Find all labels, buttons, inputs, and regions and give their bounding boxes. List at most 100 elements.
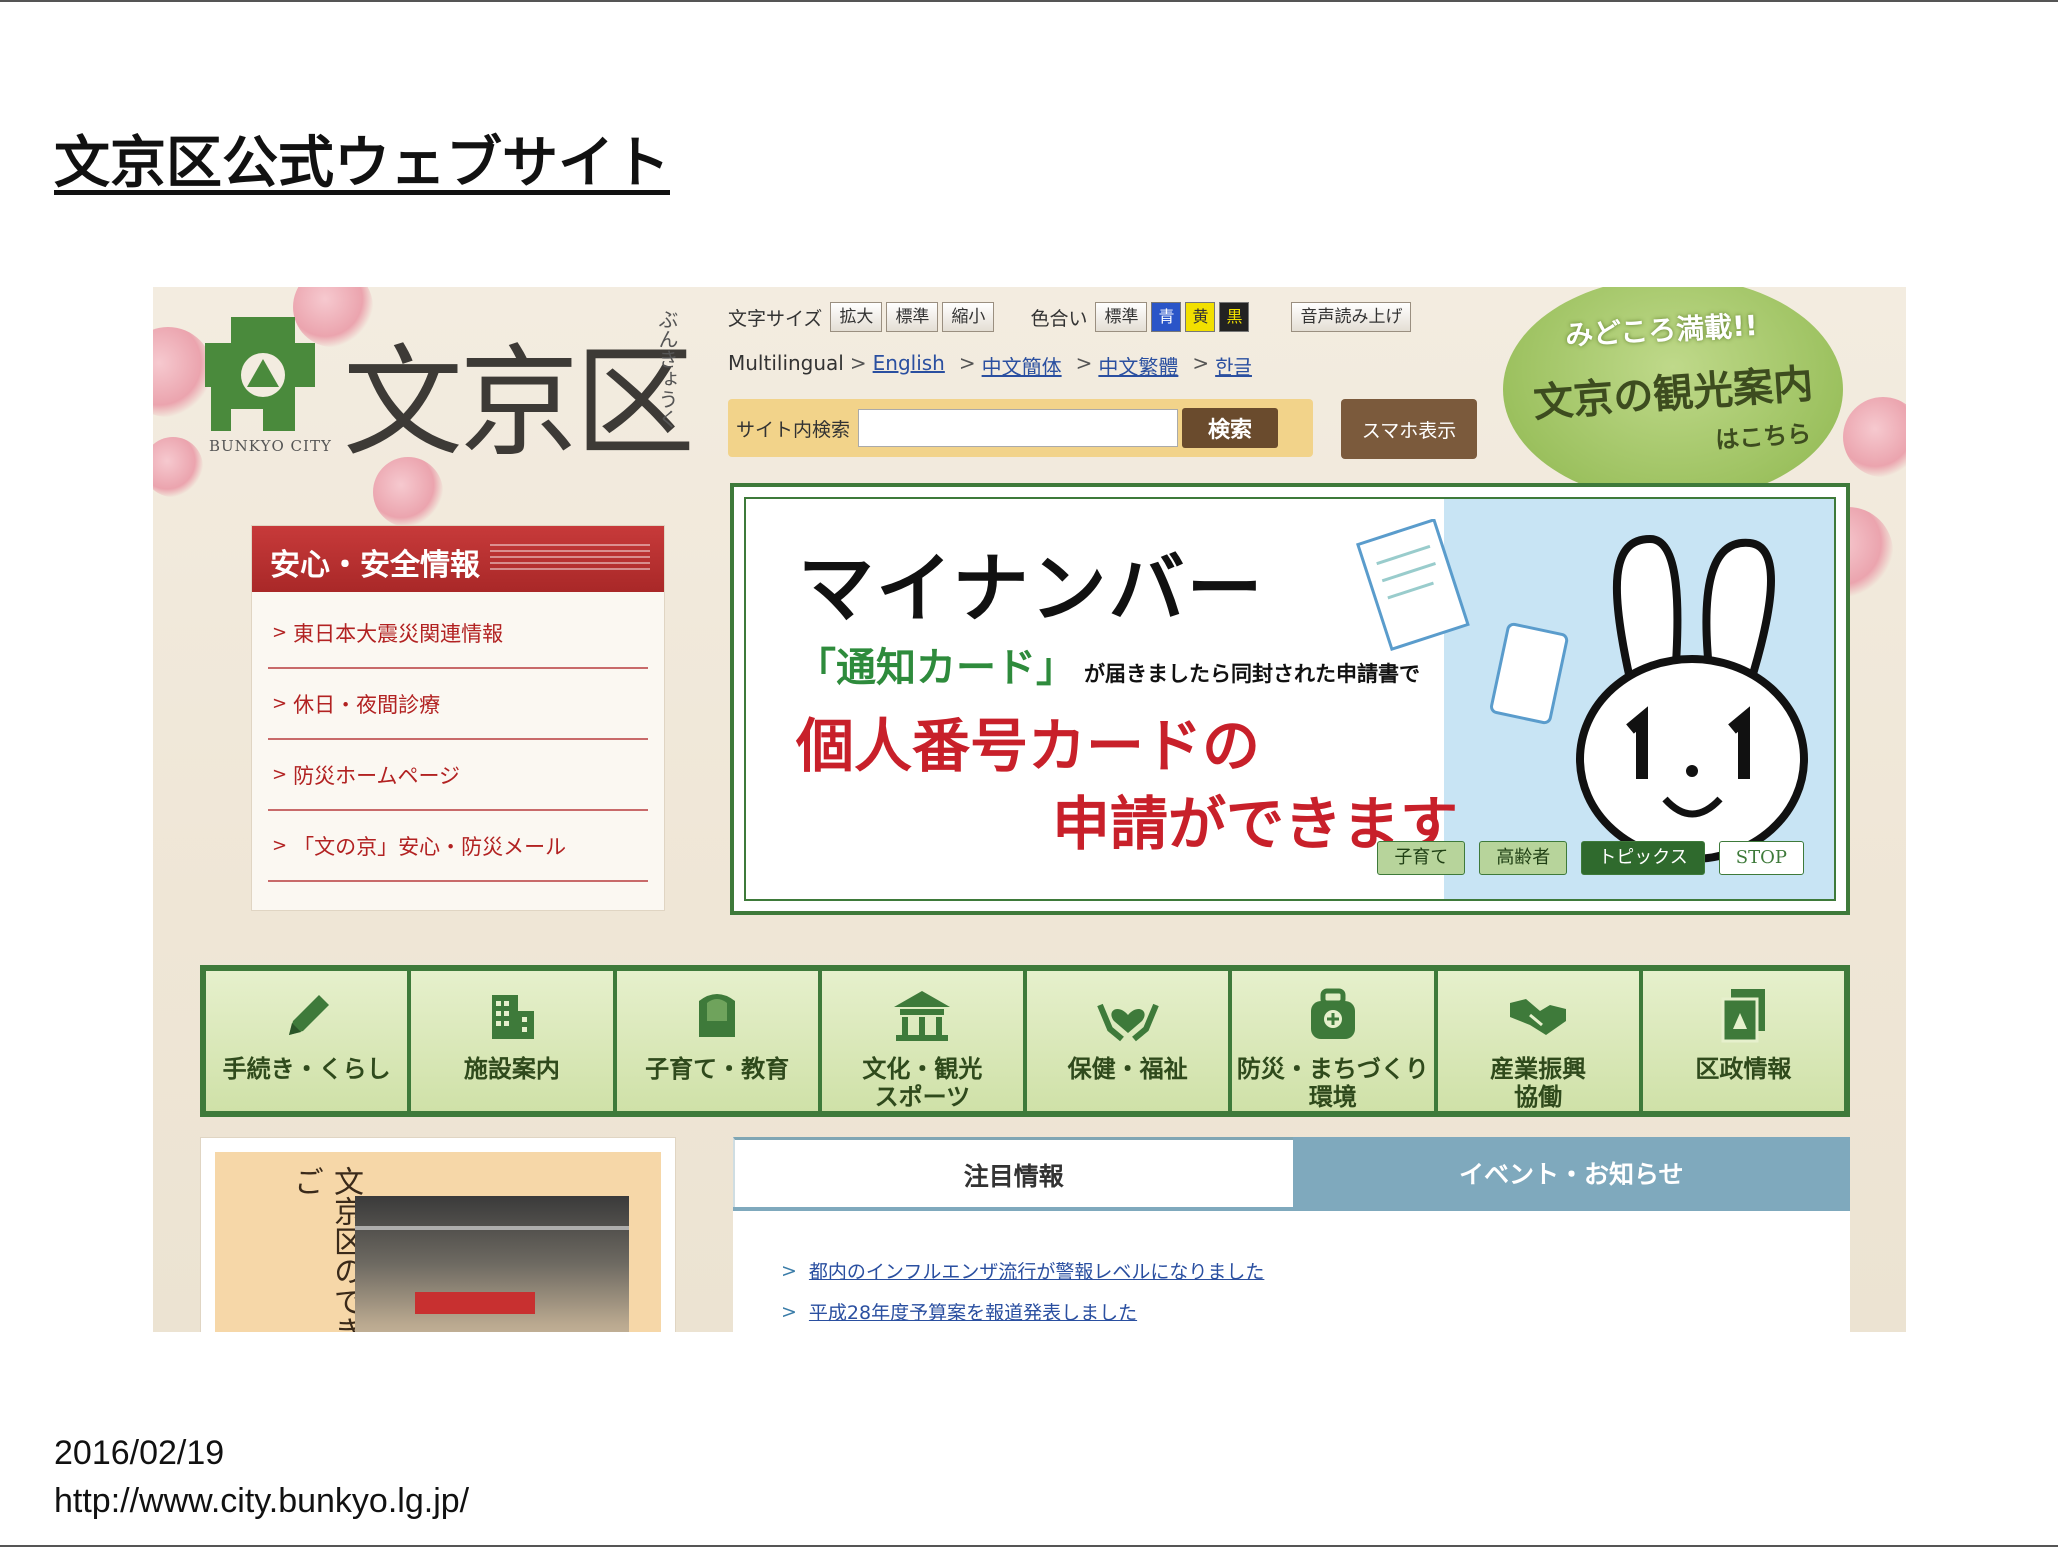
category-culture[interactable]: 文化・観光 スポーツ xyxy=(821,971,1023,1111)
banner-tags: 子育て 高齢者 トピックス STOP xyxy=(1363,841,1804,875)
sightseeing-link[interactable]: みどころ満載!! 文京の観光案内 はこちら xyxy=(1503,287,1843,502)
banner-subline: 「通知カード」 が届きましたら同封された申請書で xyxy=(796,635,1420,693)
temple-icon xyxy=(894,991,951,1041)
safety-link-label: 防災ホームページ xyxy=(293,763,461,788)
sightseeing-line3: はこちら xyxy=(1714,419,1813,455)
heart-hands-icon xyxy=(1096,1003,1159,1042)
smartphone-view-button[interactable]: スマホ表示 xyxy=(1341,399,1477,459)
category-label: 施設案内 xyxy=(463,1054,560,1083)
search-label: サイト内検索 xyxy=(736,418,851,441)
arrow-right-icon: > xyxy=(272,622,288,643)
font-size-label: 文字サイズ xyxy=(728,307,823,330)
logo-kana: ぶんきょうく xyxy=(655,309,679,429)
lang-link-chinese-traditional[interactable]: 中文繁體 xyxy=(1098,351,1178,380)
accessibility-controls: 文字サイズ 拡大 標準 縮小 色合い 標準 青 黄 黒 音声読み上げ xyxy=(728,301,1415,333)
card-icon xyxy=(1490,622,1569,725)
photo-light-decoration xyxy=(355,1226,629,1230)
category-health[interactable]: 保健・福祉 xyxy=(1027,971,1229,1111)
color-standard-button[interactable]: 標準 xyxy=(1095,302,1148,332)
slide-bottom-border xyxy=(0,1545,2058,1547)
banner-tag-childcare[interactable]: 子育て xyxy=(1377,841,1466,875)
safety-info-panel: 安心・安全情報 > 東日本大震災関連情報 > 休日・夜間診療 > 防災ホームページ >… xyxy=(251,525,665,911)
arrow-right-icon: > xyxy=(781,1259,797,1282)
photo-sign-decoration xyxy=(415,1292,535,1314)
safety-link-disaster-homepage[interactable]: > 防災ホームページ xyxy=(268,740,648,811)
info-tabs: 注目情報 イベント・お知らせ xyxy=(733,1137,1850,1209)
search-button[interactable]: 検索 xyxy=(1182,408,1279,448)
slide-url: http://www.city.bunkyo.lg.jp/ xyxy=(54,1482,470,1520)
voice-readout-button[interactable]: 音声読み上げ xyxy=(1291,302,1412,332)
banner-subline-text: が届きましたら同封された申請書で xyxy=(1084,662,1420,686)
safety-link-disaster-mail[interactable]: > 「文の京」安心・防災メール xyxy=(268,811,648,882)
news-link: 都内のインフルエンザ流行が警報レベルになりました xyxy=(808,1261,1265,1283)
multilingual-label: Multilingual xyxy=(728,351,844,375)
category-label: 子育て・教育 xyxy=(645,1054,790,1083)
arrow-right-icon: > xyxy=(958,351,976,375)
lang-link-korean[interactable]: 한글 xyxy=(1215,351,1252,380)
category-procedures[interactable]: 手続き・くらし xyxy=(206,971,408,1111)
category-industry[interactable]: 産業振興 協働 xyxy=(1437,971,1639,1111)
category-label: 産業振興 協働 xyxy=(1490,1054,1587,1111)
arrow-right-icon: > xyxy=(272,835,288,856)
lang-link-chinese-simplified[interactable]: 中文簡体 xyxy=(982,351,1062,380)
search-input[interactable] xyxy=(858,409,1179,447)
banner-content: マイナンバー 「通知カード」 が届きましたら同封された申請書で 個人番号カードの… xyxy=(744,497,1836,901)
color-black-button[interactable]: 黒 xyxy=(1219,302,1250,332)
blossom-decoration xyxy=(1843,397,1906,477)
banner-stop-button[interactable]: STOP xyxy=(1718,841,1804,875)
mynumber-rabbit-icon xyxy=(1576,534,1808,863)
arrow-right-icon: > xyxy=(272,693,288,714)
category-label: 防災・まちづくり 環境 xyxy=(1236,1054,1429,1111)
feature-photo xyxy=(355,1196,629,1332)
safety-link-earthquake[interactable]: > 東日本大震災関連情報 xyxy=(268,598,648,669)
banner-tag-topics[interactable]: トピックス xyxy=(1581,841,1705,875)
category-label: 区政情報 xyxy=(1695,1054,1792,1083)
news-item[interactable]: > 都内のインフルエンザ流行が警報レベルになりました xyxy=(781,1257,1850,1284)
safety-panel-header: 安心・安全情報 xyxy=(252,526,664,592)
safety-link-holiday-clinic[interactable]: > 休日・夜間診療 xyxy=(268,669,648,740)
banner-headline-1: 個人番号カードの xyxy=(796,712,1261,780)
font-size-small-button[interactable]: 縮小 xyxy=(942,302,995,332)
emergency-bag-icon xyxy=(1310,988,1355,1039)
tab-events[interactable]: イベント・お知らせ xyxy=(1292,1137,1850,1209)
feature-card-title: 文京区のできご xyxy=(288,1166,363,1332)
mynumber-banner[interactable]: マイナンバー 「通知カード」 が届きましたら同封された申請書で 個人番号カードの… xyxy=(730,483,1850,915)
banner-title: マイナンバー xyxy=(798,544,1265,633)
banner-tag-elderly[interactable]: 高齢者 xyxy=(1479,841,1568,875)
bunkyo-emblem-icon[interactable] xyxy=(203,313,323,443)
category-facilities[interactable]: 施設案内 xyxy=(411,971,613,1111)
color-yellow-button[interactable]: 黄 xyxy=(1185,302,1216,332)
lang-link-english[interactable]: English xyxy=(873,351,945,380)
site-logo[interactable]: 文京区 xyxy=(343,305,695,479)
slide-date: 2016/02/19 xyxy=(54,1434,225,1472)
font-size-large-button[interactable]: 拡大 xyxy=(830,302,883,332)
font-size-standard-button[interactable]: 標準 xyxy=(886,302,939,332)
website-screenshot: 文京区 BUNKYO CITY ぶんきょうく 文字サイズ 拡大 標準 縮小 色合… xyxy=(153,287,1906,1332)
category-disaster-prevention[interactable]: 防災・まちづくり 環境 xyxy=(1232,971,1434,1111)
tab-featured[interactable]: 注目情報 xyxy=(733,1137,1293,1209)
news-item[interactable]: > 平成28年度予算案を報道発表しました xyxy=(781,1298,1850,1325)
category-label: 文化・観光 スポーツ xyxy=(862,1054,983,1111)
sightseeing-line1: みどころ満載!! xyxy=(1564,308,1759,353)
category-label: 手続き・くらし xyxy=(222,1054,391,1083)
header-stripes-decoration xyxy=(490,544,650,574)
site-search: サイト内検索 検索 xyxy=(728,399,1313,457)
color-scheme-label: 色合い xyxy=(1030,307,1088,330)
category-education[interactable]: 子育て・教育 xyxy=(616,971,818,1111)
feature-card[interactable]: 文京区のできご xyxy=(200,1137,676,1332)
color-blue-button[interactable]: 青 xyxy=(1151,302,1182,332)
logo-subtitle: BUNKYO CITY xyxy=(209,437,332,455)
arrow-right-icon: > xyxy=(1075,351,1093,375)
category-nav: 手続き・くらし 施設案内 子育て・教育 文化・観光 スポーツ 保健・福祉 防災・… xyxy=(200,965,1850,1117)
safety-link-label: 休日・夜間診療 xyxy=(293,692,441,717)
pencil-icon xyxy=(288,995,329,1035)
school-bag-icon xyxy=(699,994,736,1037)
feature-card-inner: 文京区のできご xyxy=(215,1152,661,1332)
banner-card-text: 「通知カード」 xyxy=(796,645,1076,691)
slide-title: 文京区公式ウェブサイト xyxy=(54,131,670,196)
slide-top-border xyxy=(0,0,2058,2)
arrow-right-icon: > xyxy=(272,764,288,785)
document-icon xyxy=(1721,989,1766,1043)
category-administration[interactable]: 区政情報 xyxy=(1642,971,1844,1111)
handshake-icon xyxy=(1510,999,1567,1035)
